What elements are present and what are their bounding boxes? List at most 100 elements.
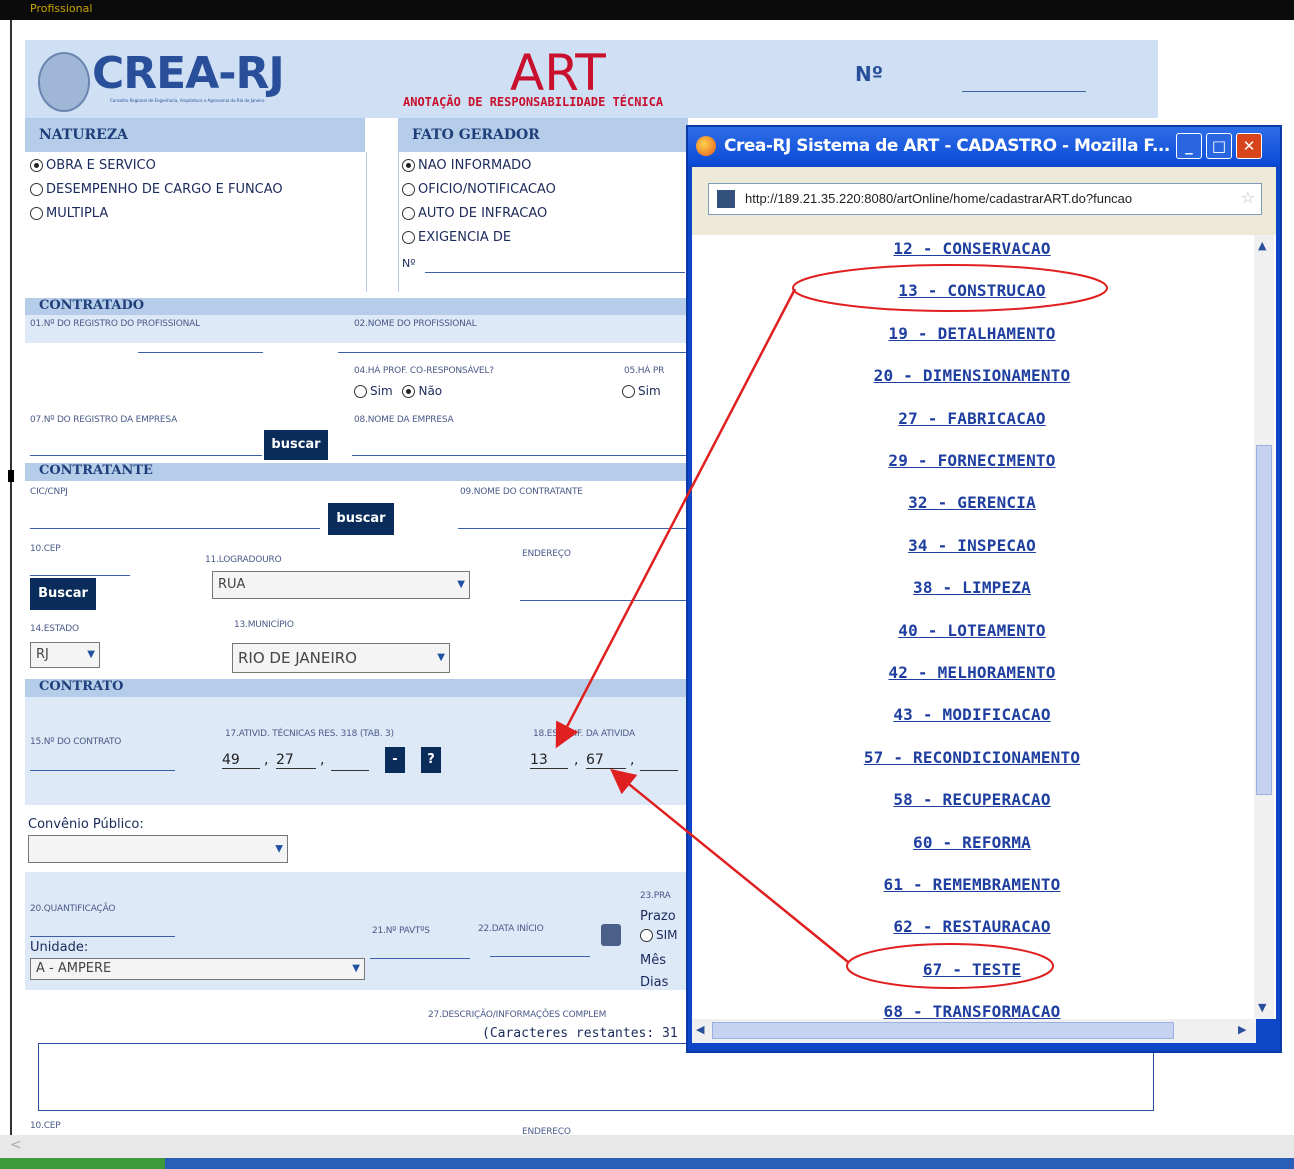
prazo-section-label: 23.PRA (640, 891, 671, 901)
numero-contrato-field[interactable] (30, 770, 175, 771)
popup-window: Crea-RJ Sistema de ART - CADASTRO - Mozi… (686, 125, 1282, 1053)
radio-icon[interactable] (30, 207, 43, 220)
remove-atividade-button[interactable]: - (385, 747, 405, 773)
activity-link[interactable]: 60 - REFORMA (692, 833, 1252, 852)
estado-select[interactable]: RJ ▼ (30, 642, 100, 668)
activity-link[interactable]: 19 - DETALHAMENTO (692, 324, 1252, 343)
radio-icon[interactable] (402, 183, 415, 196)
taskbar (0, 1158, 1294, 1169)
radio-icon[interactable] (402, 159, 415, 172)
especificacao-code-3[interactable] (640, 770, 678, 771)
atividade-code-3[interactable] (331, 770, 369, 771)
exigencia-numero-field[interactable] (425, 272, 685, 273)
especificacao-code-1[interactable]: 13 (530, 752, 568, 769)
scroll-right-icon[interactable]: ▶ (1238, 1023, 1246, 1036)
natureza-title: NATUREZA (39, 127, 128, 143)
registro-profissional-field[interactable] (138, 352, 263, 353)
quantificacao-field[interactable] (30, 936, 175, 937)
radio-icon[interactable] (354, 385, 367, 398)
fato-option[interactable]: OFICIO/NOTIFICACAO (402, 182, 556, 206)
activity-link[interactable]: 38 - LIMPEZA (692, 578, 1252, 597)
minimize-icon[interactable]: _ (1176, 133, 1202, 159)
scroll-thumb[interactable] (1256, 445, 1272, 795)
chevron-down-icon: ▼ (87, 649, 95, 660)
radio-icon[interactable] (622, 385, 635, 398)
vertical-scrollbar[interactable]: ▲ ▼ (1254, 235, 1274, 1019)
scroll-up-icon[interactable]: ▲ (1258, 239, 1266, 252)
radio-icon[interactable] (640, 929, 653, 942)
convenio-select[interactable]: ▼ (28, 835, 288, 863)
close-icon[interactable]: ✕ (1236, 133, 1262, 159)
fato-option[interactable]: EXIGENCIA DE (402, 230, 556, 254)
horizontal-scrollbar[interactable]: ◀ ▶ (692, 1019, 1256, 1043)
buscar-empresa-button[interactable]: buscar (264, 430, 328, 460)
scroll-down-icon[interactable]: ▼ (1258, 1001, 1266, 1014)
radio-icon[interactable] (30, 159, 43, 172)
pavimentos-field[interactable] (370, 958, 470, 959)
activity-link[interactable]: 13 - CONSTRUCAO (692, 281, 1252, 300)
activity-link[interactable]: 57 - RECONDICIONAMENTO (692, 748, 1252, 767)
municipio-select[interactable]: RIO DE JANEIRO ▼ (232, 643, 450, 673)
activity-link[interactable]: 34 - INSPECAO (692, 536, 1252, 555)
help-atividade-button[interactable]: ? (421, 747, 441, 773)
activity-link[interactable]: 12 - CONSERVACAO (692, 239, 1252, 258)
atividade-code-2[interactable]: 27 (276, 752, 316, 769)
buscar-contratante-button[interactable]: buscar (328, 503, 394, 535)
radio-icon[interactable] (402, 207, 415, 220)
nome-profissional-label: 02.NOME DO PROFISSIONAL (354, 319, 477, 329)
activity-link[interactable]: 32 - GERENCIA (692, 493, 1252, 512)
activity-link[interactable]: 27 - FABRICACAO (692, 409, 1252, 428)
bookmark-star-icon[interactable]: ☆ (1241, 188, 1255, 207)
fato-gerador-options: NAO INFORMADO OFICIO/NOTIFICACAO AUTO DE… (402, 158, 556, 254)
radio-icon[interactable] (402, 385, 416, 398)
radio-icon[interactable] (402, 231, 415, 244)
activity-link[interactable]: 40 - LOTEAMENTO (692, 621, 1252, 640)
option-label: MULTIPLA (46, 206, 109, 221)
popup-titlebar[interactable]: Crea-RJ Sistema de ART - CADASTRO - Mozi… (688, 127, 1280, 165)
numero-field[interactable] (962, 91, 1086, 92)
unidade-select[interactable]: A - AMPERE ▼ (30, 958, 365, 980)
radio-icon[interactable] (30, 183, 43, 196)
especificacao-code-2-value: 67 (586, 752, 604, 768)
activity-link[interactable]: 67 - TESTE (692, 960, 1252, 979)
registro-empresa-field[interactable] (30, 455, 262, 456)
natureza-options: OBRA E SERVICO DESEMPENHO DE CARGO E FUN… (30, 158, 283, 230)
fato-option[interactable]: AUTO DE INFRACAO (402, 206, 556, 230)
atividade-code-1-value: 49 (222, 752, 240, 768)
chevron-down-icon: ▼ (352, 963, 360, 974)
buscar-cep-button[interactable]: Buscar (30, 578, 96, 610)
natureza-option[interactable]: DESEMPENHO DE CARGO E FUNCAO (30, 182, 283, 206)
activity-link[interactable]: 29 - FORNECIMENTO (692, 451, 1252, 470)
prazo-sim-option[interactable]: SIM (640, 928, 678, 942)
nome-profissional-field[interactable] (338, 352, 688, 353)
natureza-option[interactable]: OBRA E SERVICO (30, 158, 283, 182)
url-field[interactable]: http://189.21.35.220:8080/artOnline/home… (708, 183, 1262, 215)
activity-link[interactable]: 42 - MELHORAMENTO (692, 663, 1252, 682)
start-button[interactable] (0, 1158, 165, 1169)
especificacao-code-2[interactable]: 67 (586, 752, 626, 769)
nome-contratante-field[interactable] (458, 528, 688, 529)
activity-link[interactable]: 58 - RECUPERACAO (692, 790, 1252, 809)
cep-field[interactable] (30, 575, 130, 576)
cic-cnpj-field[interactable] (30, 528, 320, 529)
calendar-icon[interactable] (601, 924, 621, 946)
activity-link[interactable]: 62 - RESTAURACAO (692, 917, 1252, 936)
logradouro-select[interactable]: RUA ▼ (212, 571, 470, 599)
maximize-icon[interactable]: □ (1206, 133, 1232, 159)
activity-link[interactable]: 43 - MODIFICACAO (692, 705, 1252, 724)
scroll-left-icon[interactable]: ◀ (696, 1023, 704, 1036)
comma: , (574, 752, 579, 768)
atividade-code-1[interactable]: 49 (222, 752, 260, 769)
nome-empresa-field[interactable] (352, 455, 688, 456)
data-inicio-field[interactable] (490, 956, 590, 957)
natureza-option[interactable]: MULTIPLA (30, 206, 283, 230)
endereco-field[interactable] (520, 600, 688, 601)
activity-link[interactable]: 61 - REMEMBRAMENTO (692, 875, 1252, 894)
contratante-header: CONTRATANTE (25, 463, 688, 481)
fato-option[interactable]: NAO INFORMADO (402, 158, 556, 182)
chevron-down-icon: ▼ (275, 843, 283, 855)
descricao-textarea[interactable] (38, 1043, 1154, 1111)
activity-link[interactable]: 20 - DIMENSIONAMENTO (692, 366, 1252, 385)
scroll-thumb[interactable] (712, 1022, 1174, 1039)
scroll-left-icon[interactable]: < (10, 1137, 22, 1153)
